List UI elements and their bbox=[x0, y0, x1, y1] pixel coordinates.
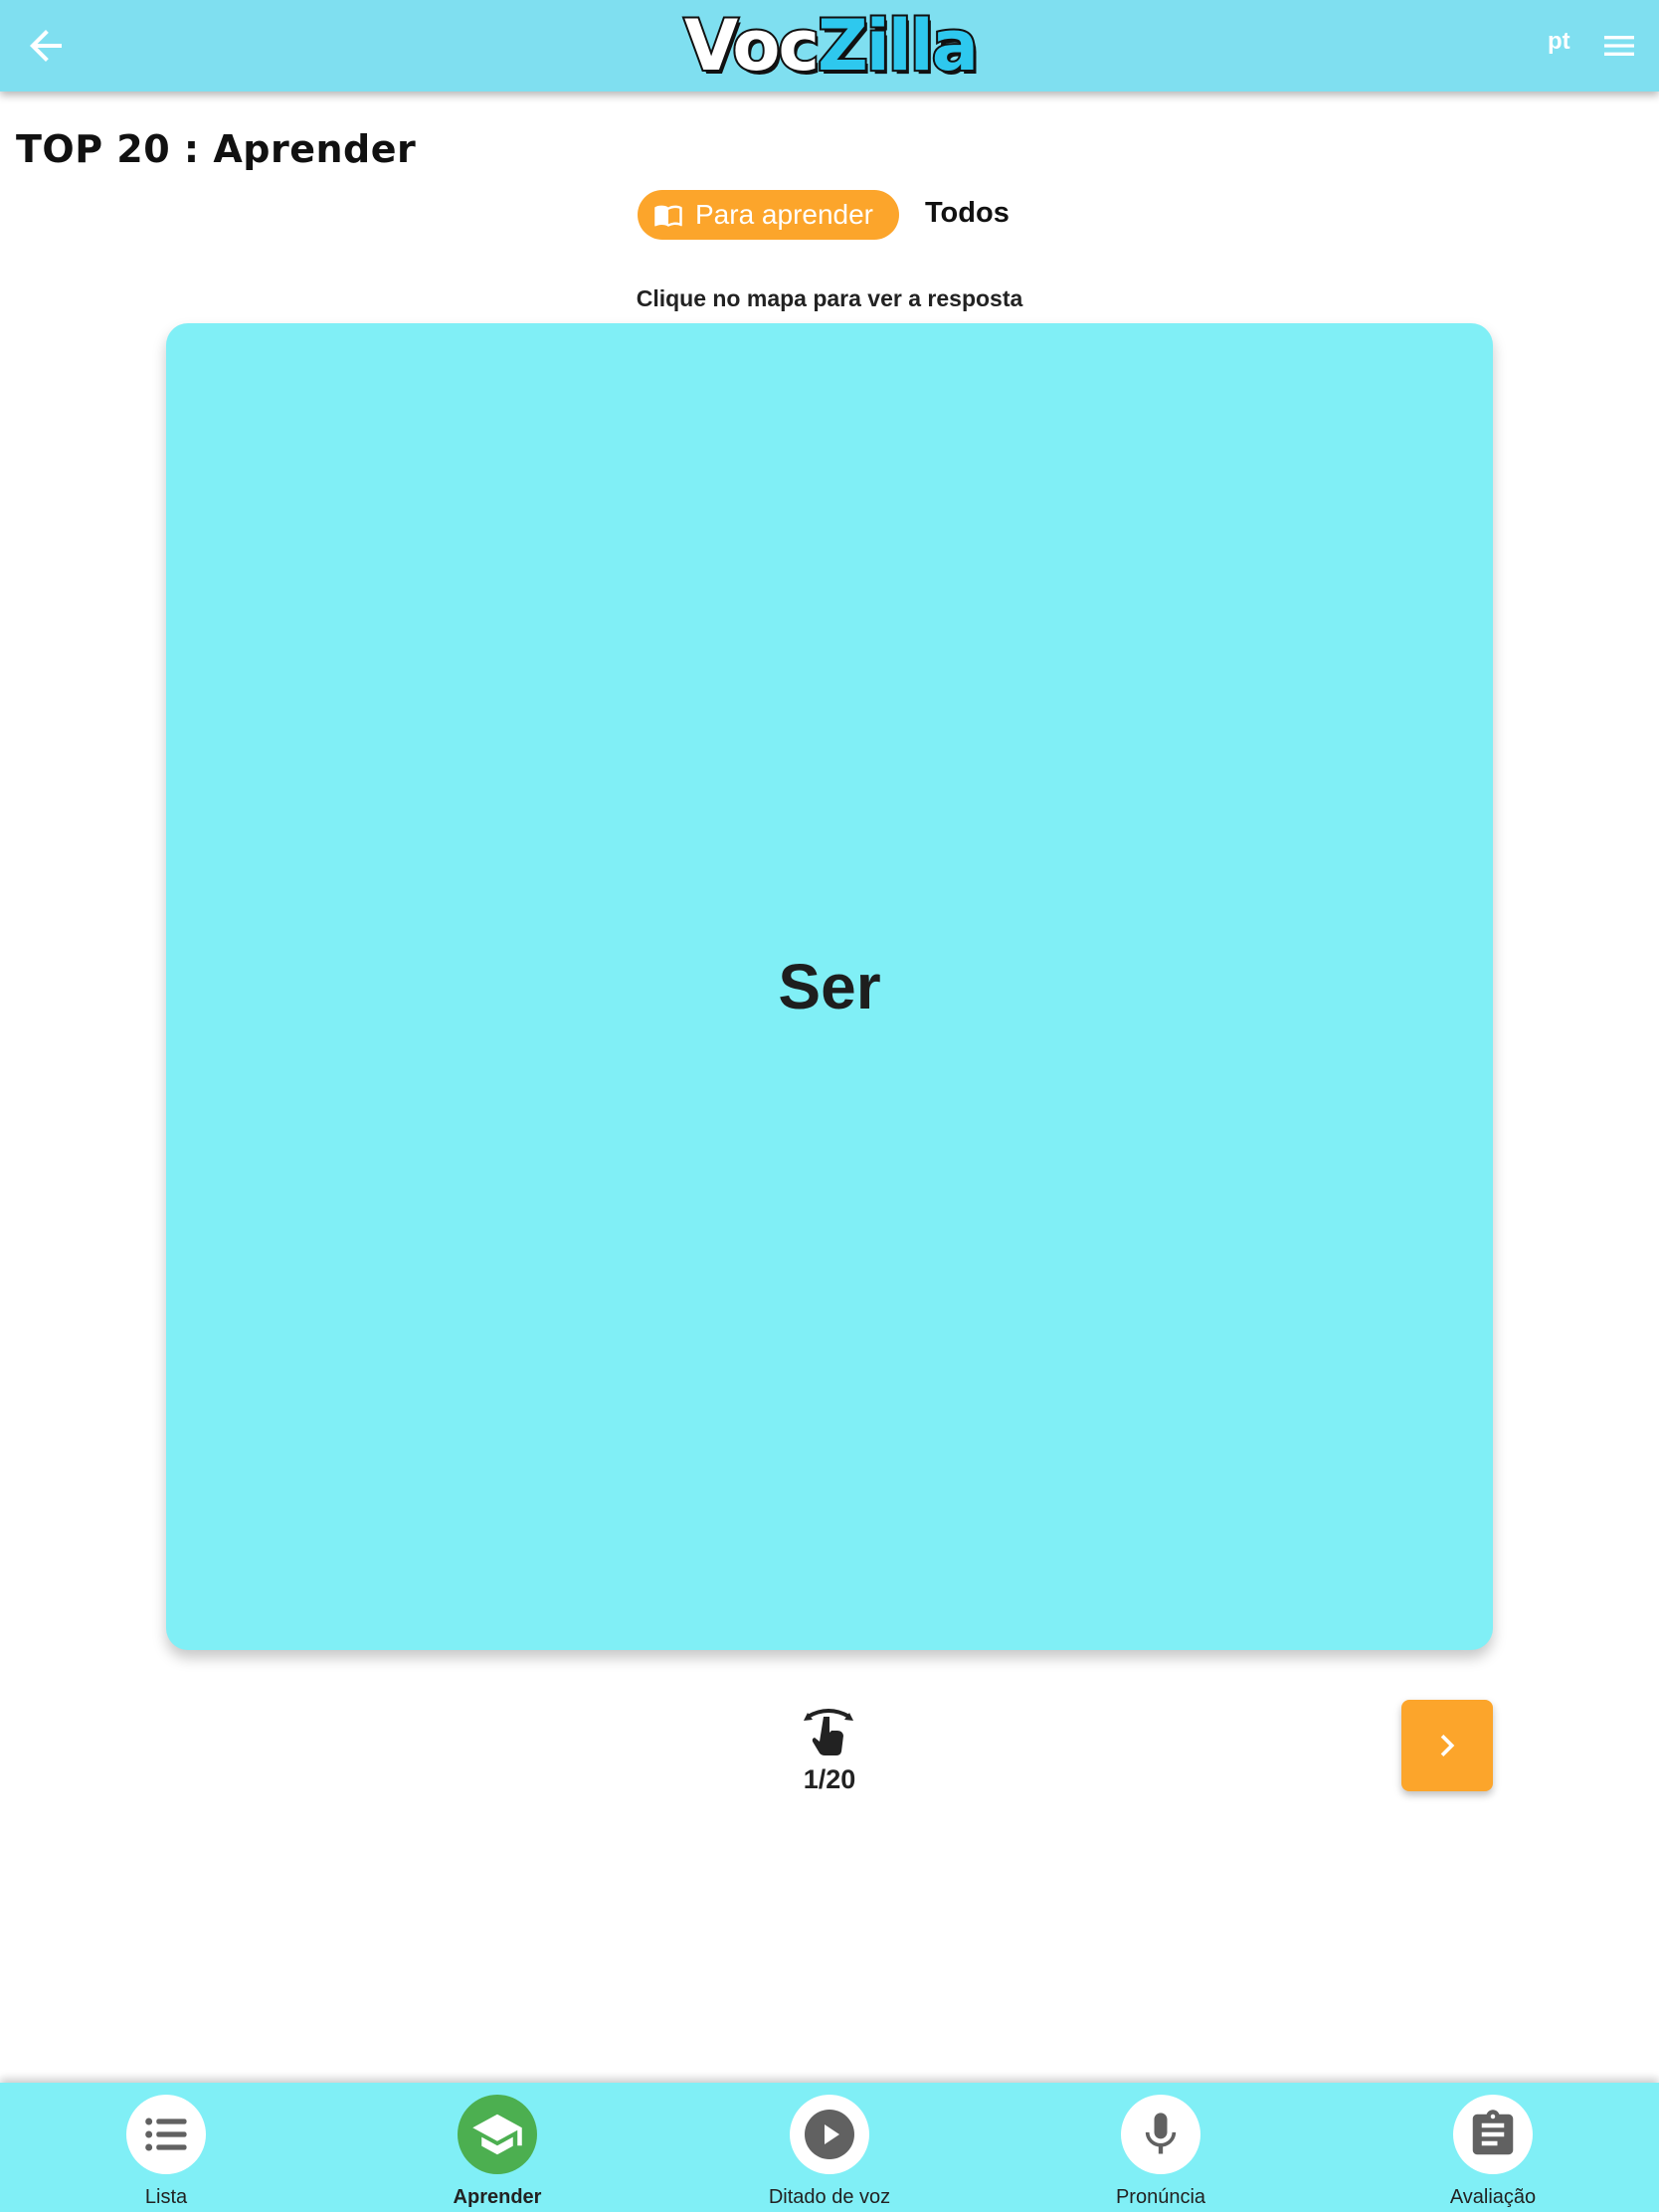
chevron-right-icon bbox=[1440, 1735, 1455, 1756]
language-selector[interactable]: pt bbox=[1548, 28, 1570, 56]
tab-para-aprender[interactable]: Para aprender bbox=[638, 190, 899, 240]
play-icon bbox=[790, 2095, 869, 2174]
nav-item-pronuncia[interactable]: Pronúncia bbox=[1061, 2083, 1260, 2212]
nav-item-aprender[interactable]: Aprender bbox=[398, 2083, 597, 2212]
nav-item-lista-label: Lista bbox=[144, 2186, 188, 2208]
tap-rotate-icon[interactable] bbox=[802, 1703, 855, 1756]
card-hint: Clique no mapa para ver a resposta bbox=[636, 285, 1023, 311]
nav-item-ditado-de-voz[interactable]: Ditado de voz bbox=[730, 2083, 929, 2212]
nav-item-lista[interactable]: Lista bbox=[67, 2083, 266, 2212]
nav-item-avaliacao[interactable]: Avaliação bbox=[1393, 2083, 1592, 2212]
book-open-icon bbox=[654, 205, 682, 227]
arrow-left-icon bbox=[30, 30, 62, 62]
nav-item-ditado-de-voz-label: Ditado de voz bbox=[768, 2186, 891, 2208]
back-button[interactable] bbox=[22, 22, 70, 70]
nav-item-avaliacao-label: Avaliação bbox=[1449, 2186, 1537, 2208]
top-app-bar: Voc Zilla pt bbox=[0, 0, 1659, 92]
bottom-navigation: Lista Aprender Ditado de voz Pronúncia A… bbox=[0, 2083, 1659, 2212]
microphone-icon bbox=[1121, 2095, 1200, 2174]
flashcard-word: Ser bbox=[778, 951, 881, 1022]
clipboard-icon bbox=[1453, 2095, 1533, 2174]
nav-item-pronuncia-label: Pronúncia bbox=[1115, 2186, 1206, 2208]
menu-button[interactable] bbox=[1599, 26, 1639, 66]
list-icon bbox=[126, 2095, 206, 2174]
graduation-cap-icon bbox=[458, 2095, 537, 2174]
tab-para-aprender-label: Para aprender bbox=[695, 199, 874, 230]
hamburger-menu-icon bbox=[1604, 36, 1634, 56]
next-card-button[interactable] bbox=[1401, 1700, 1493, 1791]
page-title: TOP 20 : Aprender bbox=[16, 127, 417, 171]
voczilla-logo: Voc Zilla bbox=[664, 3, 997, 89]
logo-text-voc: Voc bbox=[682, 3, 822, 89]
tab-todos[interactable]: Todos bbox=[925, 197, 1010, 230]
logo-text-zilla: Zilla bbox=[816, 3, 981, 89]
flashcard[interactable]: Ser bbox=[166, 323, 1493, 1650]
nav-item-aprender-label: Aprender bbox=[453, 2186, 542, 2208]
